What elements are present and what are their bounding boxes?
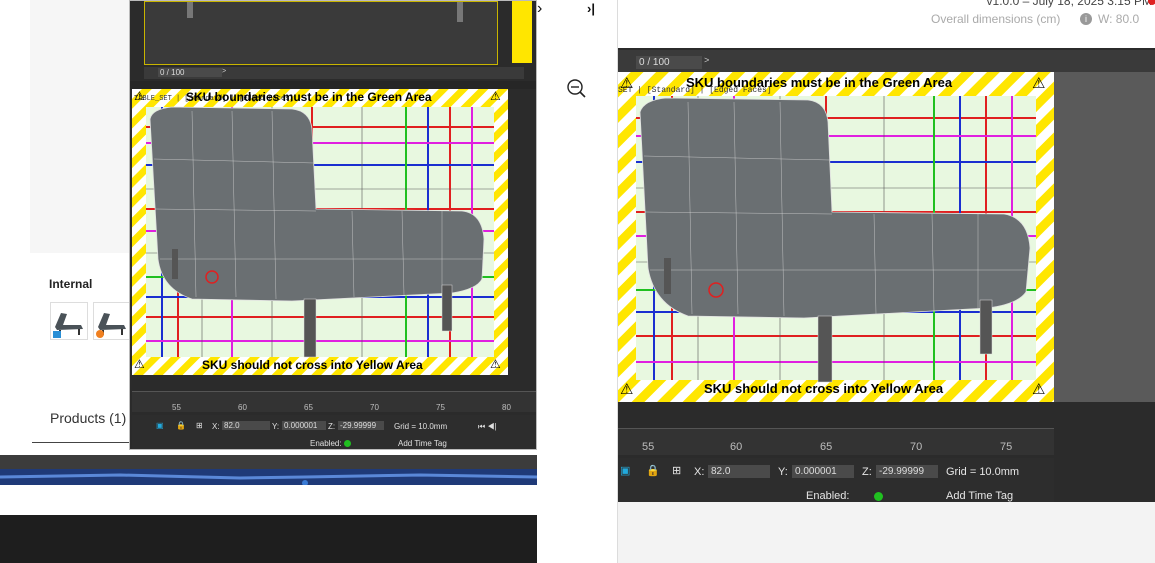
top-viewport (144, 1, 498, 65)
timeline-footer (0, 515, 537, 563)
preview-window-small: 0 / 100 > TABLE_SET | [Standard] | [Edge… (129, 0, 537, 450)
warning-icon: ⚠ (620, 75, 634, 92)
frame-bar: 0 / 100 > (618, 50, 1155, 72)
zoom-out-icon[interactable] (566, 78, 588, 100)
lock-icon[interactable]: 🔒 (176, 421, 186, 430)
warning-icon: ⚠ (620, 381, 634, 398)
blender-icon (96, 330, 104, 338)
ruler-tick: 75 (436, 403, 445, 412)
status-bar: ▣ 🔒 ⊞ X: 82.0 Y: 0.000001 Z: -29.99999 G… (618, 458, 1054, 502)
ruler-tick: 70 (370, 403, 379, 412)
warning-icon: ⚠ (134, 357, 145, 371)
add-time-tag-label[interactable]: Add Time Tag (946, 490, 1013, 502)
badge-icon (53, 331, 61, 338)
leg-shape (187, 2, 193, 18)
tab-underline (32, 442, 132, 443)
status-dot (1148, 0, 1155, 5)
viewport-side (1054, 72, 1155, 402)
x-label: X: (212, 422, 220, 431)
lock-icon[interactable]: 🔒 (646, 464, 660, 477)
image-placeholder-area (30, 0, 130, 253)
transform-icon[interactable]: ⊞ (672, 464, 681, 477)
yellow-edge (512, 1, 532, 63)
transform-icon[interactable]: ⊞ (196, 421, 203, 430)
select-icon[interactable]: ▣ (156, 421, 164, 430)
warning-icon: ⚠ (1032, 75, 1046, 92)
timeline-gap (0, 485, 537, 515)
frame-next-icon[interactable]: > (222, 68, 226, 76)
warning-icon: ⚠ (490, 357, 501, 371)
timeline-ruler[interactable]: 55 60 65 70 75 (618, 428, 1054, 455)
last-icon[interactable]: ›| (587, 1, 595, 16)
info-icon[interactable]: i (1080, 13, 1092, 25)
ruler-tick: 60 (730, 441, 743, 453)
tab-products[interactable]: Products (1) (50, 410, 126, 426)
internal-section-label: Internal (49, 277, 93, 291)
warning-icon: ⚠ (1032, 381, 1046, 398)
y-label: Y: (272, 422, 280, 431)
z-label: Z: (328, 422, 336, 431)
ruler-tick: 75 (1000, 441, 1013, 453)
enabled-dot (874, 492, 883, 501)
divider (130, 81, 536, 89)
ruler-tick: 60 (238, 403, 247, 412)
leg-shape (457, 2, 463, 22)
ruler-tick: 65 (820, 441, 833, 453)
ruler-tick: 55 (642, 441, 655, 453)
chair-thumbnail-icon (53, 313, 83, 338)
thumbnail-lounger-1[interactable] (50, 302, 88, 340)
z-field[interactable]: -29.99999 (876, 465, 938, 478)
right-panel: v1.0.0 – July 18, 2025 3:15 PM Overall d… (617, 0, 1155, 563)
y-label: Y: (778, 466, 788, 478)
grid-label: Grid = 10.0mm (946, 466, 1020, 478)
warning-icon: ⚠ (134, 89, 145, 103)
top-warning-text: SKU boundaries must be in the Green Area (686, 75, 953, 90)
x-field[interactable]: 82.0 (708, 465, 770, 478)
right-header: v1.0.0 – July 18, 2025 3:15 PM Overall d… (618, 0, 1155, 48)
frame-counter[interactable]: 0 / 100 (636, 56, 702, 69)
bottom-warning-text: SKU should not cross into Yellow Area (704, 381, 944, 396)
y-field[interactable]: 0.000001 (282, 421, 326, 430)
enabled-label: Enabled: (310, 439, 342, 448)
frame-counter[interactable]: 0 / 100 (158, 68, 222, 77)
enabled-label: Enabled: (806, 490, 850, 502)
viewport-side (508, 89, 536, 375)
dimensions-label: Overall dimensions (cm) (931, 12, 1061, 26)
ruler-tick: 55 (172, 403, 181, 412)
ruler-tick: 65 (304, 403, 313, 412)
warning-icon: ⚠ (490, 89, 501, 103)
timeline-ruler[interactable]: 55 60 65 70 75 80 (132, 391, 536, 412)
frame-next-icon[interactable]: > (704, 56, 709, 66)
right-footer (618, 502, 1155, 563)
z-label: Z: (862, 466, 872, 478)
x-label: X: (694, 466, 705, 478)
green-area-grid (618, 72, 1054, 402)
yellow-area: TABLE_SET | [Standard] | [Edged Faces] S… (132, 89, 508, 375)
ruler-tick: 80 (502, 403, 511, 412)
green-area-grid (132, 89, 508, 375)
next-icon[interactable]: › (537, 0, 542, 18)
select-icon[interactable]: ▣ (620, 464, 630, 477)
add-time-tag-label[interactable]: Add Time Tag (398, 439, 447, 448)
x-field[interactable]: 82.0 (222, 421, 270, 430)
bottom-warning-text: SKU should not cross into Yellow Area (202, 358, 423, 372)
y-field[interactable]: 0.000001 (792, 465, 854, 478)
z-field[interactable]: -29.99999 (338, 421, 384, 430)
chair-thumbnail-icon (96, 313, 126, 338)
frame-bar: 0 / 100 > (144, 67, 524, 79)
ruler-tick: 70 (910, 441, 923, 453)
grid-label: Grid = 10.0mm (394, 422, 448, 431)
top-warning-text: SKU boundaries must be in the Green Area (186, 90, 432, 104)
enabled-dot (344, 440, 351, 447)
timeline-strip (0, 455, 537, 469)
width-value: W: 80.0 (1098, 12, 1140, 26)
yellow-area: SET | [Standard] | [Edged Faces] SKU bou… (618, 72, 1054, 402)
playback-controls-icon[interactable]: ⏮ ◀| (478, 422, 497, 432)
timeline-wave (0, 473, 538, 486)
thumbnail-lounger-2[interactable] (93, 302, 131, 340)
preview-window-large: 0 / 100 > SET | [Standard] | [Edged Face… (618, 48, 1155, 502)
version-info: v1.0.0 – July 18, 2025 3:15 PM (986, 0, 1152, 8)
timeline-bar (0, 469, 538, 486)
status-bar: ▣ 🔒 ⊞ X: 82.0 Y: 0.000001 Z: -29.99999 G… (132, 415, 536, 449)
